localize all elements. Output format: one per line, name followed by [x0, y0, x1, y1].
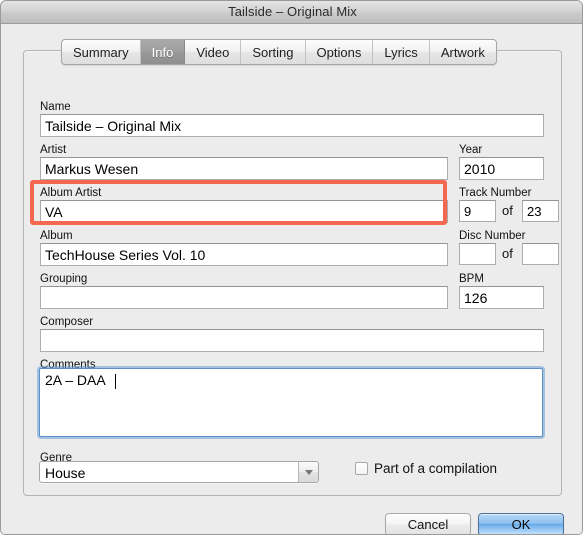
- compilation-label: Part of a compilation: [374, 461, 498, 476]
- composer-input[interactable]: [40, 329, 544, 352]
- disc-number-label: Disc Number: [459, 230, 526, 242]
- artist-input[interactable]: [40, 157, 448, 180]
- name-input[interactable]: [40, 114, 544, 137]
- album-input[interactable]: [40, 243, 448, 266]
- grouping-label: Grouping: [40, 273, 88, 285]
- compilation-checkbox[interactable]: [355, 462, 368, 475]
- track-info-dialog: Tailside – Original Mix Name Artist Albu…: [0, 0, 583, 535]
- bpm-label: BPM: [459, 273, 484, 285]
- compilation-checkbox-row[interactable]: Part of a compilation: [355, 461, 497, 476]
- tab-bar: Summary Info Video Sorting Options Lyrics Artw…: [61, 39, 497, 65]
- year-label: Year: [459, 144, 483, 156]
- disc-of-label: of: [502, 246, 513, 261]
- text-caret: [115, 374, 116, 389]
- window-titlebar[interactable]: Tailside – Original Mix: [1, 1, 582, 24]
- disc-total-input[interactable]: [522, 243, 559, 265]
- album-artist-input[interactable]: [40, 200, 448, 223]
- track-number-input[interactable]: [459, 200, 496, 222]
- track-number-label: Track Number: [459, 187, 532, 199]
- name-label: Name: [40, 101, 71, 113]
- artist-label: Artist: [40, 144, 67, 156]
- tab-video[interactable]: Video: [185, 40, 242, 64]
- tab-summary[interactable]: Summary: [62, 40, 141, 64]
- cancel-button[interactable]: Cancel: [385, 513, 471, 534]
- year-input[interactable]: [459, 157, 544, 180]
- album-label: Album: [40, 230, 73, 242]
- track-total-input[interactable]: [522, 200, 559, 222]
- tab-lyrics[interactable]: Lyrics: [373, 40, 430, 64]
- genre-selected-value: House: [45, 465, 86, 481]
- genre-combobox[interactable]: House: [39, 461, 319, 483]
- comments-field-wrap: [39, 368, 543, 437]
- track-of-label: of: [502, 203, 513, 218]
- bpm-input[interactable]: [459, 286, 544, 309]
- window-title: Tailside – Original Mix: [228, 4, 357, 19]
- tab-options[interactable]: Options: [306, 40, 374, 64]
- composer-label: Composer: [40, 316, 94, 328]
- chevron-down-glyph: [304, 469, 313, 475]
- tab-artwork[interactable]: Artwork: [430, 40, 496, 64]
- dialog-body: Name Artist Album Artist Album Grouping …: [1, 24, 582, 534]
- tab-info[interactable]: Info: [140, 40, 186, 64]
- album-artist-label: Album Artist: [40, 187, 102, 199]
- grouping-input[interactable]: [40, 286, 448, 309]
- disc-number-input[interactable]: [459, 243, 496, 265]
- chevron-down-icon[interactable]: [298, 462, 318, 482]
- tab-sorting[interactable]: Sorting: [241, 40, 306, 64]
- ok-button[interactable]: OK: [478, 513, 564, 534]
